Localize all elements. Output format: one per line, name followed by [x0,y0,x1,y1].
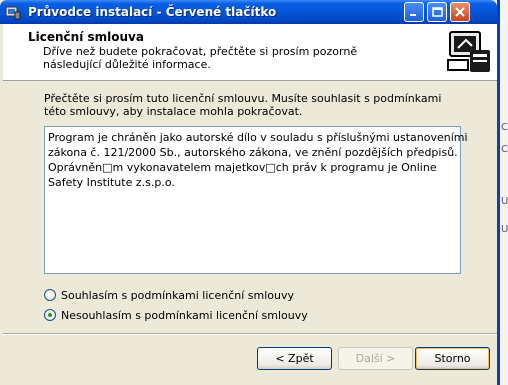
minimize-button[interactable] [404,2,424,22]
license-line: Oprávněn□m vykonavatelem majetkov□ch prá… [48,161,437,174]
license-text-box[interactable]: Program je chráněn jako autorské dílo v … [44,126,468,274]
accept-license-radio[interactable]: Souhlasím s podmínkami licenční smlouvy [44,288,344,304]
maximize-button[interactable] [427,2,447,22]
setup-computer-icon [444,26,494,76]
cancel-button[interactable]: Storno [415,347,490,370]
minimize-icon [410,14,416,16]
license-text: Program je chráněn jako autorské dílo v … [48,130,468,190]
page-title: Licenční smlouva [28,30,144,44]
close-icon [455,7,465,17]
button-separator [3,333,497,335]
maximize-icon [432,7,443,17]
decline-license-radio[interactable]: Nesouhlasím s podmínkami licenční smlouv… [44,308,344,324]
window-title: Průvodce instalací - Červené tlačítko [28,5,277,19]
radio-label-decline[interactable]: Nesouhlasím s podmínkami licenční smlouv… [61,309,308,322]
next-button[interactable]: Další > [338,347,413,370]
installer-icon [5,6,21,20]
page-subtitle: Dříve než budete pokračovat, přečtěte si… [43,45,358,71]
license-line: Program je chráněn jako autorské dílo v … [48,131,468,144]
close-button[interactable] [450,2,470,22]
back-button[interactable]: < Zpět [257,347,332,370]
license-line: zákona č. 121/2000 Sb., autorského zákon… [48,146,458,159]
license-intro-text: Přečtěte si prosím tuto licenční smlouvu… [44,92,442,118]
background-glyph: C [501,122,508,133]
radio-button-decline[interactable] [44,309,56,321]
installer-window: Průvodce instalací - Červené tlačítko Li… [0,0,500,385]
title-bar[interactable]: Průvodce instalací - Červené tlačítko [0,0,497,24]
radio-button-accept[interactable] [44,289,56,301]
radio-label-accept[interactable]: Souhlasím s podmínkami licenční smlouvy [61,289,294,302]
background-glyph: U [501,224,508,235]
background-glyph: U [501,196,508,207]
license-page: Přečtěte si prosím tuto licenční smlouvu… [3,81,497,333]
background-glyph: C [501,144,508,155]
license-line: Safety Institute z.s.p.o. [48,176,175,189]
page-header: Licenční smlouva Dříve než budete pokrač… [3,24,497,81]
